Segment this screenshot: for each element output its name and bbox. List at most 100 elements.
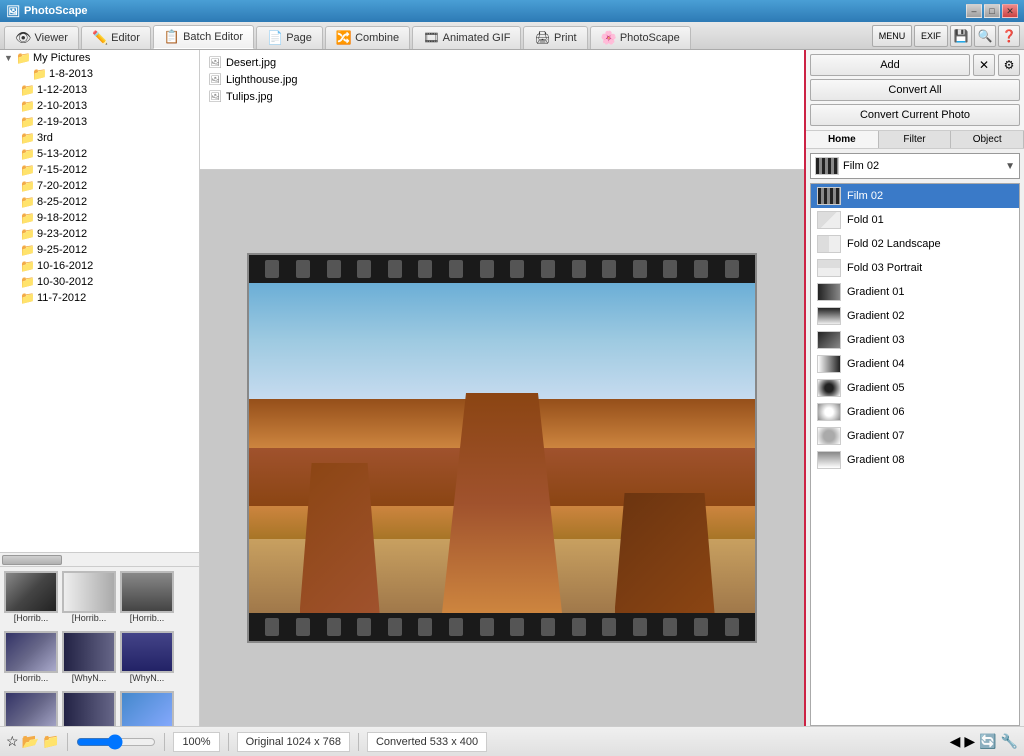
mesa-main <box>442 393 562 613</box>
film-hole <box>633 260 647 278</box>
tree-item-13[interactable]: 📁 10-16-2012 <box>0 258 199 274</box>
tree-item-15[interactable]: 📁 11-7-2012 <box>0 290 199 306</box>
thumb-item[interactable]: Captur... <box>120 691 174 726</box>
tree-item-14[interactable]: 📁 10-30-2012 <box>0 274 199 290</box>
tree-item-11[interactable]: 📁 9-23-2012 <box>0 226 199 242</box>
filter-tab-filter[interactable]: Filter <box>879 131 952 148</box>
tree-label: 10-30-2012 <box>37 276 93 288</box>
zoom-slider[interactable] <box>76 735 156 749</box>
dropdown-item-film02[interactable]: Film 02 <box>811 184 1019 208</box>
tree-item-4[interactable]: 📁 2-19-2013 <box>0 114 199 130</box>
refresh-icon[interactable]: 🔄 <box>979 733 996 750</box>
root-folder-icon: 📁 <box>16 51 31 65</box>
maximize-button[interactable]: □ <box>984 4 1000 18</box>
star-icon[interactable]: ☆ <box>6 733 19 750</box>
thumb-item[interactable]: [Horrib... <box>4 571 58 623</box>
dropdown-item-gradient01[interactable]: Gradient 01 <box>811 280 1019 304</box>
expand-icon: ▼ <box>4 53 14 63</box>
file-item-2[interactable]: 🖼 Lighthouse.jpg <box>204 71 800 88</box>
item-label: Gradient 05 <box>847 382 904 394</box>
dropdown-item-gradient08[interactable]: Gradient 08 <box>811 448 1019 472</box>
tools-icon[interactable]: 🔧 <box>1001 733 1018 750</box>
folder-open-icon[interactable]: 📂 <box>22 733 39 750</box>
dropdown-item-fold02[interactable]: Fold 02 Landscape <box>811 232 1019 256</box>
tab-batch-editor[interactable]: 📋 Batch Editor <box>153 25 254 49</box>
exif-button[interactable]: EXIF <box>914 25 948 47</box>
thumb-row-3: [WhyN... [WhyN... Captur... <box>0 687 199 726</box>
thumb-item[interactable]: [Horrib... <box>4 631 58 683</box>
tree-label: 2-19-2013 <box>37 116 87 128</box>
item-label: Gradient 01 <box>847 286 904 298</box>
tree-item-10[interactable]: 📁 9-18-2012 <box>0 210 199 226</box>
dropdown-item-gradient07[interactable]: Gradient 07 <box>811 424 1019 448</box>
save-button[interactable]: 💾 <box>950 25 972 47</box>
settings-list-button[interactable]: ⚙ <box>998 54 1020 76</box>
tree-item-12[interactable]: 📁 9-25-2012 <box>0 242 199 258</box>
thumb-label: [WhyN... <box>72 673 107 683</box>
dropdown-item-gradient03[interactable]: Gradient 03 <box>811 328 1019 352</box>
tab-photoscape[interactable]: 🌸 PhotoScape <box>590 26 691 49</box>
tree-item-8[interactable]: 📁 7-20-2012 <box>0 178 199 194</box>
dropdown-item-gradient04[interactable]: Gradient 04 <box>811 352 1019 376</box>
thumb-item[interactable]: [WhyN... <box>4 691 58 726</box>
title-bar-text: PhotoScape <box>24 5 88 17</box>
dropdown-item-fold01[interactable]: Fold 01 <box>811 208 1019 232</box>
h-scroll-thumb[interactable] <box>2 555 62 565</box>
help-button[interactable]: ❓ <box>998 25 1020 47</box>
dropdown-item-gradient06[interactable]: Gradient 06 <box>811 400 1019 424</box>
tab-combine[interactable]: 🔀 Combine <box>325 26 410 49</box>
convert-all-button[interactable]: Convert All <box>810 79 1020 101</box>
dropdown-item-gradient05[interactable]: Gradient 05 <box>811 376 1019 400</box>
action-buttons: Add ✕ ⚙ Convert All Convert Current Phot… <box>806 50 1024 131</box>
dropdown-select[interactable]: Film 02 ▼ <box>810 153 1020 179</box>
thumb-item[interactable]: [WhyN... <box>62 631 116 683</box>
tree-item-5[interactable]: 📁 3rd <box>0 130 199 146</box>
thumb-item[interactable]: [WhyN... <box>120 631 174 683</box>
file-icon: 🖼 <box>208 56 222 69</box>
arrow-left-icon[interactable]: ◀ <box>950 733 961 750</box>
tree-item-6[interactable]: 📁 5-13-2012 <box>0 146 199 162</box>
menu-button[interactable]: MENU <box>872 25 912 47</box>
tab-viewer[interactable]: 👁 Viewer <box>4 26 79 49</box>
tree-item-7[interactable]: 📁 7-15-2012 <box>0 162 199 178</box>
item-thumb <box>817 379 841 397</box>
tab-gif[interactable]: 🎞 Animated GIF <box>412 26 521 49</box>
dropdown-list[interactable]: Film 02 Fold 01 Fold 02 Landscape Fold 0… <box>810 183 1020 726</box>
filter-tab-home[interactable]: Home <box>806 131 879 148</box>
thumb-image <box>120 691 174 726</box>
tab-editor[interactable]: ✏️ Editor <box>81 26 151 49</box>
combine-icon: 🔀 <box>336 30 352 46</box>
tab-page[interactable]: 📄 Page <box>256 26 323 49</box>
add-button[interactable]: Add <box>810 54 970 76</box>
tree-item-9[interactable]: 📁 8-25-2012 <box>0 194 199 210</box>
tree-label: 11-7-2012 <box>37 292 86 304</box>
search-button[interactable]: 🔍 <box>974 25 996 47</box>
tree-item-3[interactable]: 📁 2-10-2013 <box>0 98 199 114</box>
tree-item-1[interactable]: 📁 1-8-2013 <box>0 66 199 82</box>
separator <box>164 733 165 751</box>
convert-current-button[interactable]: Convert Current Photo <box>810 104 1020 126</box>
minimize-button[interactable]: – <box>966 4 982 18</box>
file-item-1[interactable]: 🖼 Desert.jpg <box>204 54 800 71</box>
dropdown-item-fold03[interactable]: Fold 03 Portrait <box>811 256 1019 280</box>
thumb-item[interactable]: [Horrib... <box>62 571 116 623</box>
arrow-right-icon[interactable]: ▶ <box>964 733 975 750</box>
horizontal-scrollbar[interactable] <box>0 552 199 566</box>
filter-tab-object[interactable]: Object <box>951 131 1024 148</box>
center-panel: 🖼 Desert.jpg 🖼 Lighthouse.jpg 🖼 Tulips.j… <box>200 50 804 726</box>
tab-print[interactable]: 🖨 Print <box>523 26 587 49</box>
thumb-item[interactable]: [WhyN... <box>62 691 116 726</box>
file-item-3[interactable]: 🖼 Tulips.jpg <box>204 88 800 105</box>
close-list-button[interactable]: ✕ <box>973 54 995 76</box>
tree-root[interactable]: ▼ 📁 My Pictures <box>0 50 199 66</box>
tree-item-2[interactable]: 📁 1-12-2013 <box>0 82 199 98</box>
tab-batch-label: Batch Editor <box>183 31 243 43</box>
item-thumb <box>817 307 841 325</box>
file-icon: 🖼 <box>208 90 222 103</box>
dropdown-item-gradient02[interactable]: Gradient 02 <box>811 304 1019 328</box>
item-label: Fold 02 Landscape <box>847 238 941 250</box>
thumb-item[interactable]: [Horrib... <box>120 571 174 623</box>
film-hole <box>265 260 279 278</box>
folder-new-icon[interactable]: 📁 <box>42 733 59 750</box>
close-button[interactable]: ✕ <box>1002 4 1018 18</box>
